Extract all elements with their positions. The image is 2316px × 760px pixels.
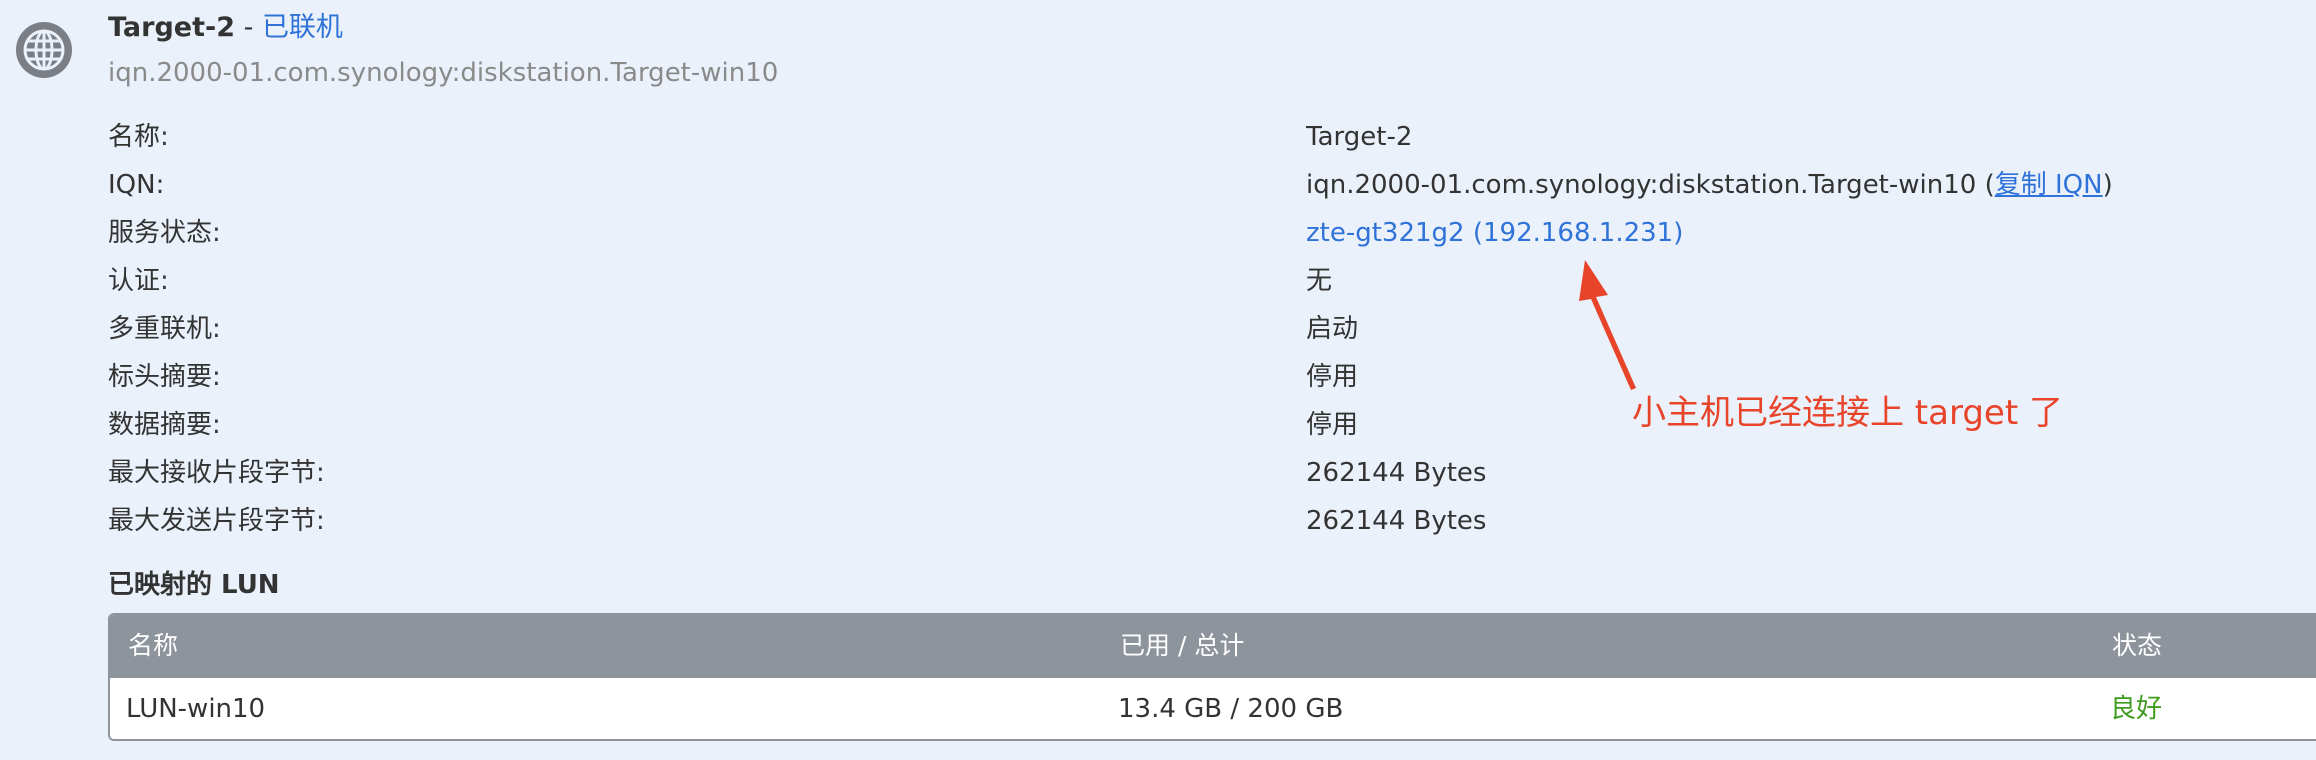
prop-value-service-status[interactable]: zte-gt321g2 (192.168.1.231) bbox=[1306, 216, 1683, 250]
prop-label-max-recv-segment: 最大接收片段字节: bbox=[108, 458, 325, 488]
prop-label-iqn: IQN: bbox=[108, 170, 165, 200]
lun-name-cell: LUN-win10 bbox=[126, 694, 266, 724]
prop-value-max-send-segment: 262144 Bytes bbox=[1306, 506, 1487, 536]
prop-label-data-digest: 数据摘要: bbox=[108, 410, 221, 440]
lun-table: 名称 已用 / 总计 状态 LUN-win10 13.4 GB / 200 GB… bbox=[108, 613, 2316, 741]
prop-label-name: 名称: bbox=[108, 122, 169, 152]
prop-label-service-status: 服务状态: bbox=[108, 218, 221, 248]
globe-icon bbox=[16, 22, 72, 78]
target-name: Target-2 bbox=[108, 12, 236, 43]
connection-status: 已联机 bbox=[261, 12, 343, 43]
iqn-value-text: iqn.2000-01.com.synology:diskstation.Tar… bbox=[1306, 170, 1995, 200]
table-row[interactable]: LUN-win10 13.4 GB / 200 GB 良好 bbox=[110, 678, 2316, 739]
prop-value-header-digest: 停用 bbox=[1306, 362, 1359, 392]
iqn-value-suffix: ) bbox=[2102, 170, 2113, 200]
target-iqn-subtitle: iqn.2000-01.com.synology:diskstation.Tar… bbox=[108, 58, 779, 88]
lun-usage-cell: 13.4 GB / 200 GB bbox=[1118, 694, 1344, 724]
column-header-usage[interactable]: 已用 / 总计 bbox=[1120, 629, 1244, 663]
prop-label-multi-session: 多重联机: bbox=[108, 314, 221, 344]
column-header-name[interactable]: 名称 bbox=[128, 629, 178, 663]
lun-status-cell: 良好 bbox=[2110, 694, 2163, 724]
copy-iqn-link[interactable]: 复制 IQN bbox=[1995, 170, 2103, 200]
prop-label-auth: 认证: bbox=[108, 266, 169, 296]
prop-value-auth: 无 bbox=[1306, 266, 1333, 296]
prop-value-data-digest: 停用 bbox=[1306, 410, 1359, 440]
annotation-text: 小主机已经连接上 target 了 bbox=[1632, 393, 2063, 433]
prop-value-max-recv-segment: 262144 Bytes bbox=[1306, 458, 1487, 488]
prop-label-max-send-segment: 最大发送片段字节: bbox=[108, 506, 325, 536]
target-title: Target-2 - 已联机 bbox=[108, 10, 343, 46]
lun-table-header: 名称 已用 / 总计 状态 bbox=[110, 615, 2316, 678]
prop-label-header-digest: 标头摘要: bbox=[108, 362, 221, 392]
prop-value-iqn: iqn.2000-01.com.synology:diskstation.Tar… bbox=[1306, 168, 2113, 202]
column-header-status[interactable]: 状态 bbox=[2112, 629, 2162, 663]
prop-value-name: Target-2 bbox=[1306, 122, 1413, 152]
mapped-lun-heading: 已映射的 LUN bbox=[108, 570, 280, 600]
prop-value-multi-session: 启动 bbox=[1306, 314, 1359, 344]
annotation-arrow bbox=[1579, 260, 1636, 390]
title-separator: - bbox=[235, 12, 262, 43]
